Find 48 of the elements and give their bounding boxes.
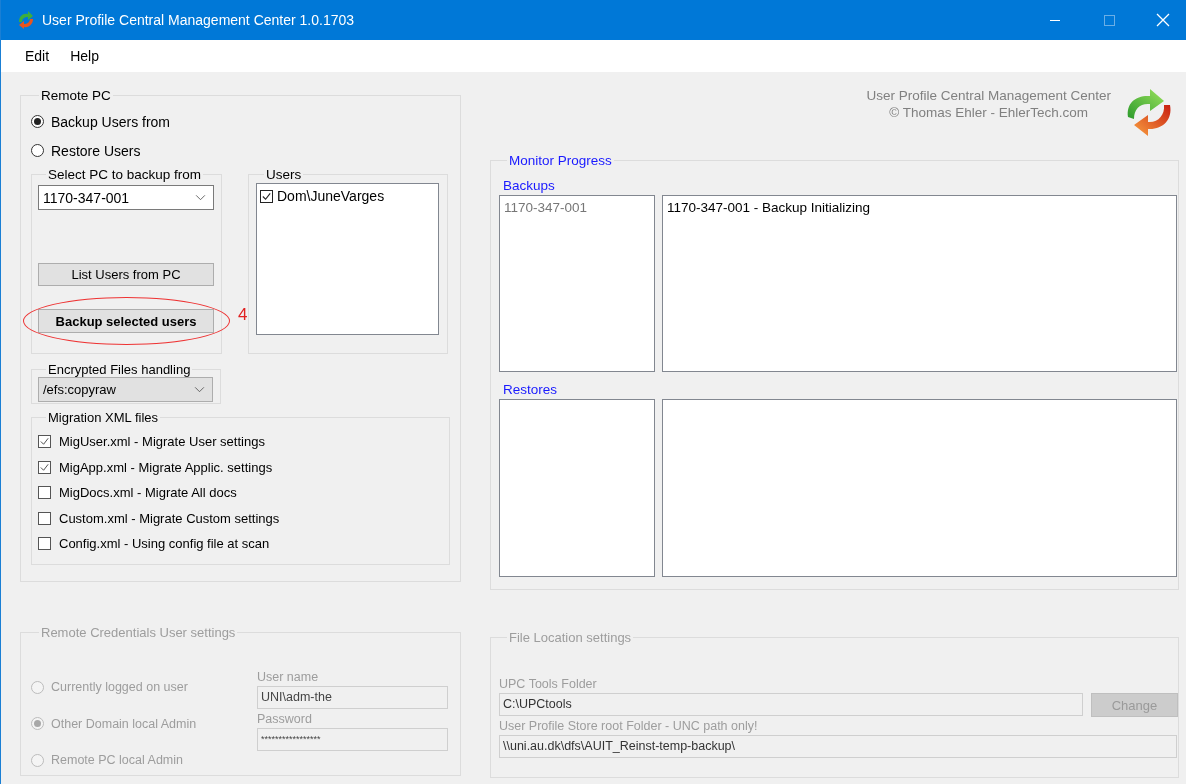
backup-button[interactable]: Backup selected users [38, 309, 214, 333]
radio-label: Other Domain local Admin [51, 716, 197, 731]
annotation-number: 4 [238, 305, 248, 325]
checkbox-label: Config.xml - Using config file at scan [59, 536, 270, 552]
section-label: Backups [503, 178, 556, 195]
about-text: © Thomas Ehler - EhlerTech.com [889, 104, 1089, 121]
checkbox-label: MigApp.xml - Migrate Applic. settings [59, 459, 273, 475]
radio-label: Backup Users from [51, 113, 171, 130]
radio-button[interactable] [31, 144, 44, 157]
radio-label: Currently logged on user [51, 680, 188, 695]
field-label: UPC Tools Folder [499, 676, 598, 693]
window-title: User Profile Central Management Center 1.0.1703 [42, 12, 355, 28]
efs-dropdown[interactable]: /efs:copyraw [38, 377, 213, 402]
log-entry: 1170-347-001 - Backup Initializing [667, 200, 872, 215]
section-label: Restores [503, 382, 559, 399]
field-label: User name [257, 669, 320, 686]
group-title: Remote Credentials User settings [40, 625, 237, 640]
checkbox[interactable] [38, 511, 51, 525]
checkbox[interactable] [38, 460, 51, 474]
user-label: Dom\JuneVarges [277, 188, 385, 204]
list-users-button[interactable]: List Users from PC [38, 263, 214, 286]
chevron-icon [194, 386, 205, 393]
radio-button[interactable] [31, 115, 44, 128]
checkbox[interactable] [38, 537, 51, 551]
checkbox[interactable] [38, 435, 51, 449]
radio-label: Restore Users [51, 142, 141, 159]
app-icon [16, 10, 36, 30]
group-title: Remote PC [40, 88, 112, 103]
menu-item[interactable]: Help [70, 48, 99, 64]
checkbox[interactable] [260, 189, 273, 203]
group-title: File Location settings [508, 630, 633, 645]
chevron-icon [195, 194, 206, 201]
field-label: User Profile Store root Folder - UNC path only! [499, 718, 759, 735]
checkbox-label: Custom.xml - Migrate Custom settings [59, 510, 280, 526]
about-text: User Profile Central Management Center [866, 87, 1111, 104]
checkbox[interactable] [38, 486, 51, 500]
menu-item[interactable]: Edit [25, 48, 50, 64]
checkbox-label: MigUser.xml - Migrate User settings [59, 434, 265, 450]
group-title: Select PC to backup from [47, 167, 203, 182]
group-title: Migration XML files [47, 410, 160, 425]
radio-label: Remote PC local Admin [51, 753, 183, 768]
checkbox-label: MigDocs.xml - Migrate All docs [59, 485, 237, 501]
group-title: Monitor Progress [508, 153, 613, 168]
group-title: Encrypted Files handling [47, 362, 192, 377]
group-title: Users [265, 167, 303, 182]
host-entry: 1170-347-001 [504, 200, 589, 215]
pc-dropdown[interactable]: 1170-347-001 [38, 185, 214, 210]
field-label: Password [257, 711, 313, 728]
